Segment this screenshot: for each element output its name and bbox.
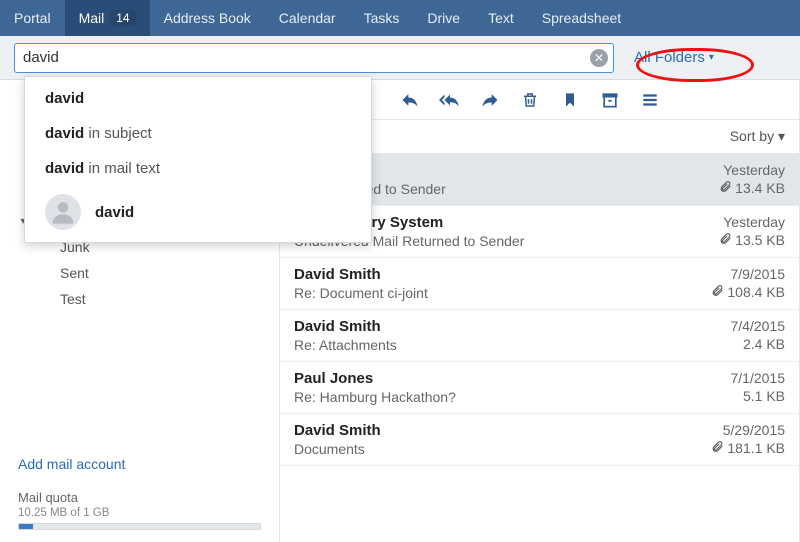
avatar-placeholder-icon — [45, 194, 81, 230]
nav-tab-tasks[interactable]: Tasks — [350, 0, 414, 36]
hamburger-menu-button[interactable] — [630, 80, 670, 120]
message-size: 13.4 KB — [719, 180, 785, 196]
add-mail-account-link[interactable]: Add mail account — [18, 456, 261, 472]
message-date: 7/4/2015 — [731, 318, 786, 334]
mail-quota-bar — [18, 523, 261, 530]
message-size: 13.5 KB — [719, 232, 785, 248]
search-autocomplete: david david in subject david in mail tex… — [24, 76, 372, 243]
autocomplete-contact[interactable]: david — [25, 186, 371, 238]
message-row[interactable]: David Smith Re: Attachments 7/4/2015 2.4 KB — [280, 310, 799, 362]
nav-tab-spreadsheet[interactable]: Spreadsheet — [528, 0, 635, 36]
message-size: 2.4 KB — [731, 336, 786, 352]
message-sender: David Smith — [294, 266, 701, 283]
message-date: 7/9/2015 — [711, 266, 785, 282]
sidebar-footer: Add mail account Mail quota 10.25 MB of … — [0, 438, 279, 542]
message-row[interactable]: Paul Jones Re: Hamburg Hackathon? 7/1/2015… — [280, 362, 799, 414]
message-subject: Re: Attachments — [294, 337, 721, 353]
message-subject: Re: Document ci-joint — [294, 285, 701, 301]
caret-down-icon: ▾ — [709, 52, 714, 63]
mail-quota-fill — [19, 524, 33, 529]
flag-button[interactable] — [550, 80, 590, 120]
search-input[interactable] — [14, 43, 614, 73]
reply-button[interactable] — [390, 80, 430, 120]
message-date: 5/29/2015 — [711, 422, 785, 438]
message-date: 7/1/2015 — [731, 370, 786, 386]
nav-tab-address-book[interactable]: Address Book — [150, 0, 265, 36]
search-scope-dropdown[interactable]: All Folders ▾ — [634, 49, 714, 66]
message-sender: Paul Jones — [294, 370, 721, 387]
nav-tab-calendar[interactable]: Calendar — [265, 0, 350, 36]
message-size: 108.4 KB — [711, 284, 785, 300]
archive-button[interactable] — [590, 80, 630, 120]
sidebar-item-test[interactable]: Test — [16, 286, 279, 312]
attachment-icon — [711, 440, 724, 456]
message-row[interactable]: David Smith Re: Document ci-joint 7/9/2015… — [280, 258, 799, 310]
sidebar-item-sent[interactable]: Sent — [16, 260, 279, 286]
nav-tab-mail[interactable]: Mail 14 — [65, 0, 150, 36]
autocomplete-item[interactable]: david — [25, 81, 371, 116]
clear-search-icon[interactable]: ✕ — [590, 49, 608, 67]
message-size: 181.1 KB — [711, 440, 785, 456]
delete-button[interactable] — [510, 80, 550, 120]
sort-by-dropdown[interactable]: Sort by ▾ — [730, 128, 785, 145]
message-date: Yesterday — [719, 214, 785, 230]
message-size: 5.1 KB — [731, 388, 786, 404]
message-sender: David Smith — [294, 422, 701, 439]
autocomplete-item[interactable]: david in subject — [25, 116, 371, 151]
mail-quota-label: Mail quota — [18, 490, 261, 505]
forward-button[interactable] — [470, 80, 510, 120]
attachment-icon — [719, 232, 732, 248]
nav-tab-text[interactable]: Text — [474, 0, 528, 36]
message-row[interactable]: David Smith Documents 5/29/2015 181.1 KB — [280, 414, 799, 466]
attachment-icon — [711, 284, 724, 300]
autocomplete-contact-name: david — [95, 204, 134, 221]
nav-tab-drive[interactable]: Drive — [413, 0, 474, 36]
search-scope-label: All Folders — [634, 49, 705, 66]
message-date: Yesterday — [719, 162, 785, 178]
mail-unread-badge: 14 — [110, 10, 135, 26]
search-bar: ✕ All Folders ▾ — [0, 36, 800, 80]
caret-down-icon: ▾ — [778, 128, 785, 144]
mail-quota-value: 10.25 MB of 1 GB — [18, 507, 261, 519]
autocomplete-item[interactable]: david in mail text — [25, 151, 371, 186]
top-nav: Portal Mail 14 Address Book Calendar Tas… — [0, 0, 800, 36]
reply-all-button[interactable] — [430, 80, 470, 120]
attachment-icon — [719, 180, 732, 196]
message-subject: Re: Hamburg Hackathon? — [294, 389, 721, 405]
message-subject: Documents — [294, 441, 701, 457]
nav-tab-portal[interactable]: Portal — [0, 0, 65, 36]
message-sender: David Smith — [294, 318, 721, 335]
search-wrap: ✕ — [14, 43, 614, 73]
